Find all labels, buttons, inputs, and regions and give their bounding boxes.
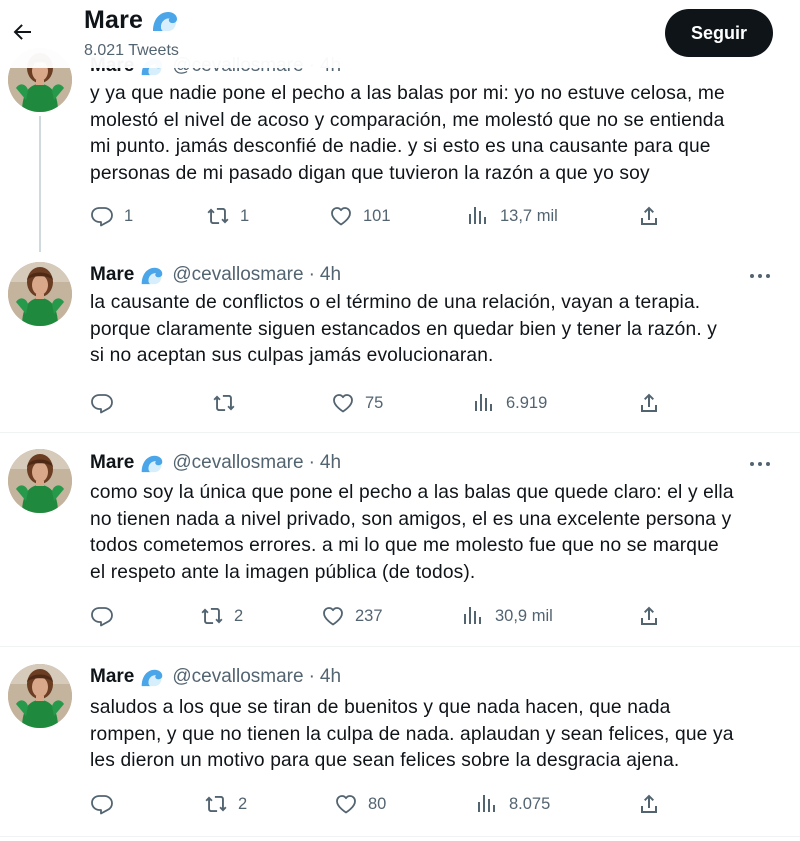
view-count: 6.919 (506, 393, 548, 412)
heart-icon (321, 604, 345, 628)
thread-line (39, 116, 41, 252)
analytics-icon (475, 792, 499, 816)
author-handle[interactable]: @cevallosmare (172, 264, 303, 286)
profile-header: Mare 8.021 Tweets Seguir (0, 0, 800, 68)
profile-name: Mare (84, 6, 179, 35)
analytics-icon (466, 204, 490, 228)
views-button[interactable]: 6.919 (472, 388, 547, 418)
timestamp[interactable]: 4h (320, 264, 341, 286)
wave-emoji-icon (151, 10, 179, 32)
tweet-header: Mare @cevallosmare · 4h (90, 263, 341, 287)
share-button[interactable] (637, 601, 661, 631)
tweet-header: Mare @cevallosmare · 4h (90, 451, 341, 475)
tweet-text: y ya que nadie pone el pecho a las balas… (90, 83, 725, 184)
reply-icon (90, 792, 114, 816)
tweet-actions: 2 237 30,9 mil (88, 601, 678, 631)
author-handle[interactable]: @cevallosmare (172, 666, 303, 688)
tweet[interactable]: Mare @cevallosmare · 4h la causante de c… (0, 244, 800, 433)
follow-button[interactable]: Seguir (665, 9, 773, 57)
wave-emoji-icon (140, 668, 164, 687)
reply-button[interactable]: 1 (90, 201, 133, 231)
view-count: 13,7 mil (500, 206, 558, 225)
profile-name-text: Mare (84, 6, 144, 34)
share-button[interactable] (637, 201, 661, 231)
like-button[interactable]: 75 (331, 388, 383, 418)
views-button[interactable]: 30,9 mil (461, 601, 553, 631)
share-icon (637, 391, 661, 415)
author-name[interactable]: Mare (90, 264, 134, 286)
share-icon (637, 604, 661, 628)
retweet-button[interactable]: 2 (200, 601, 243, 631)
wave-emoji-icon (140, 454, 164, 473)
like-count: 80 (368, 794, 387, 813)
more-options-icon[interactable] (748, 454, 772, 474)
tweet-count: 8.021 Tweets (84, 42, 179, 59)
tweet-actions: 1 1 101 13,7 mil (88, 201, 678, 231)
analytics-icon (461, 604, 485, 628)
more-options-icon[interactable] (748, 266, 772, 286)
retweet-icon (212, 391, 236, 415)
reply-button[interactable] (90, 789, 124, 819)
heart-icon (334, 792, 358, 816)
reply-count: 1 (124, 206, 134, 225)
tweet-text: la causante de conflictos o el término d… (90, 292, 718, 366)
retweet-count: 2 (238, 794, 248, 813)
retweet-count: 1 (240, 206, 250, 225)
retweet-button[interactable]: 1 (206, 201, 249, 231)
tweet-actions: 75 6.919 (88, 388, 678, 418)
views-button[interactable]: 13,7 mil (466, 201, 558, 231)
separator: · (308, 452, 315, 473)
wave-emoji-icon (140, 266, 164, 285)
views-button[interactable]: 8.075 (475, 789, 550, 819)
retweet-button[interactable] (212, 388, 246, 418)
reply-icon (90, 204, 114, 228)
like-button[interactable]: 80 (334, 789, 386, 819)
retweet-button[interactable]: 2 (204, 789, 247, 819)
reply-icon (90, 391, 114, 415)
retweet-count: 2 (234, 606, 244, 625)
tweet[interactable]: Mare @cevallosmare · 4h y ya que nadie p… (0, 48, 800, 252)
author-handle[interactable]: @cevallosmare (172, 452, 303, 474)
timestamp[interactable]: 4h (320, 452, 341, 474)
reply-button[interactable] (90, 388, 124, 418)
avatar[interactable] (8, 664, 72, 728)
view-count: 30,9 mil (495, 606, 553, 625)
share-icon (637, 204, 661, 228)
tweet-actions: 2 80 8.075 (88, 789, 678, 819)
like-button[interactable]: 101 (329, 201, 391, 231)
reply-button[interactable] (90, 601, 124, 631)
separator: · (308, 264, 315, 285)
like-button[interactable]: 237 (321, 601, 383, 631)
share-button[interactable] (637, 789, 661, 819)
analytics-icon (472, 391, 496, 415)
like-count: 101 (363, 206, 391, 225)
tweet-text: saludos a los que se tiran de buenitos y… (90, 697, 734, 771)
tweet[interactable]: Mare @cevallosmare · 4h como soy la únic… (0, 433, 800, 647)
reply-icon (90, 604, 114, 628)
like-count: 237 (355, 606, 383, 625)
tweet[interactable]: Mare @cevallosmare · 4h saludos a los qu… (0, 647, 800, 837)
arrow-left-icon (13, 24, 31, 40)
heart-icon (329, 204, 353, 228)
retweet-icon (206, 204, 230, 228)
retweet-icon (200, 604, 224, 628)
timestamp[interactable]: 4h (320, 666, 341, 688)
retweet-icon (204, 792, 228, 816)
share-button[interactable] (637, 388, 661, 418)
view-count: 8.075 (509, 794, 551, 813)
share-icon (637, 792, 661, 816)
separator: · (308, 666, 315, 687)
heart-icon (331, 391, 355, 415)
author-name[interactable]: Mare (90, 666, 134, 688)
like-count: 75 (365, 393, 384, 412)
avatar[interactable] (8, 262, 72, 326)
tweet-text: como soy la única que pone el pecho a la… (90, 482, 734, 583)
author-name[interactable]: Mare (90, 452, 134, 474)
back-button[interactable] (6, 14, 38, 50)
avatar[interactable] (8, 449, 72, 513)
tweet-header: Mare @cevallosmare · 4h (90, 665, 341, 689)
